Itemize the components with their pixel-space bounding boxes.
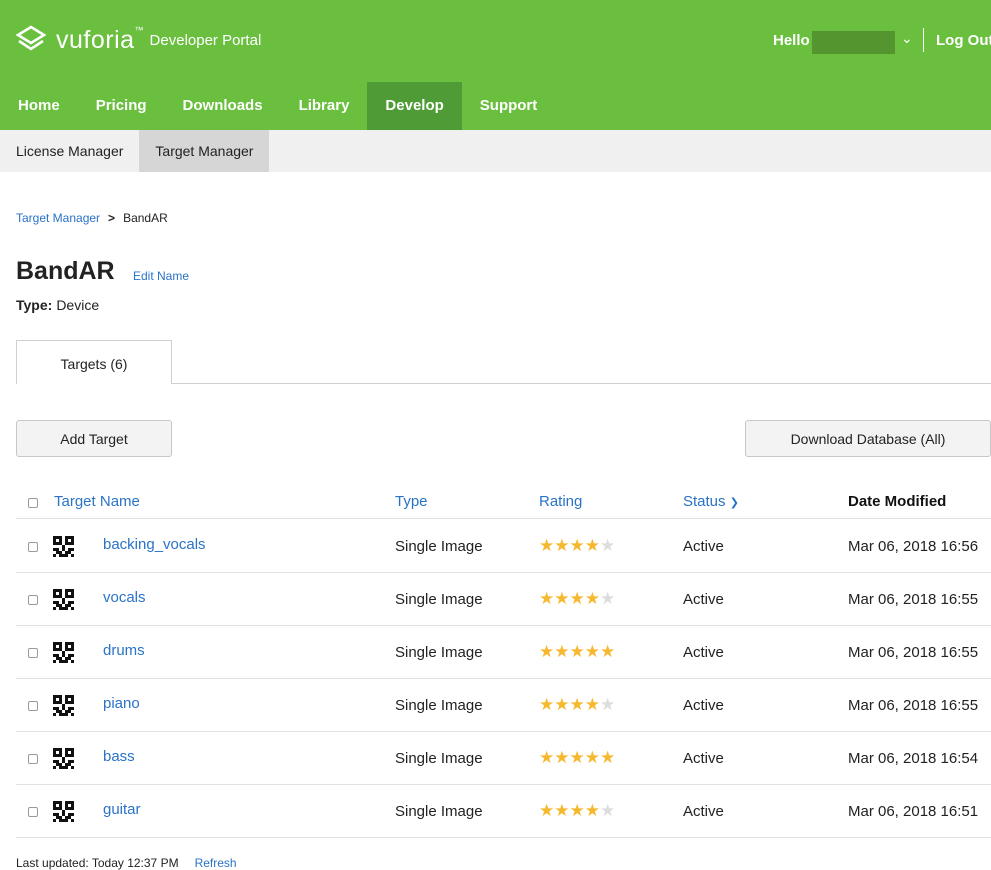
download-database-button[interactable]: Download Database (All): [745, 420, 991, 457]
table-footer: Last updated: Today 12:37 PM Refresh: [16, 856, 237, 870]
greeting: Hello: [773, 32, 810, 49]
target-thumbnail[interactable]: [53, 589, 74, 610]
page-title: BandAR: [16, 257, 115, 285]
rating-stars: ★★★★★: [539, 642, 616, 661]
row-checkbox[interactable]: [28, 648, 38, 658]
rating-stars: ★★★★★: [539, 589, 616, 608]
target-status: Active: [683, 750, 724, 767]
sub-nav: License Manager Target Manager: [0, 130, 991, 172]
col-date-modified[interactable]: Date Modified: [848, 493, 946, 510]
target-name-link[interactable]: vocals: [103, 589, 146, 606]
date-modified: Mar 06, 2018 16:55: [848, 697, 979, 714]
breadcrumb-target-manager[interactable]: Target Manager: [16, 211, 100, 225]
row-checkbox[interactable]: [28, 595, 38, 605]
last-updated: Last updated: Today 12:37 PM: [16, 856, 179, 870]
row-checkbox[interactable]: [28, 701, 38, 711]
target-name-link[interactable]: drums: [103, 642, 145, 659]
nav-pricing[interactable]: Pricing: [78, 82, 165, 130]
chevron-down-icon: ❯: [729, 497, 739, 509]
target-thumbnail[interactable]: [53, 748, 74, 769]
target-name-link[interactable]: guitar: [103, 801, 141, 818]
target-status: Active: [683, 644, 724, 661]
target-thumbnail[interactable]: [53, 695, 74, 716]
header-divider: [923, 28, 924, 52]
database-type: Type: Device: [16, 297, 99, 313]
rating-stars: ★★★★★: [539, 536, 616, 555]
target-type: Single Image: [395, 591, 483, 608]
select-all-checkbox[interactable]: [28, 498, 38, 508]
chevron-down-icon[interactable]: ⌄: [901, 30, 913, 47]
breadcrumb-separator: >: [108, 211, 116, 225]
table-row[interactable]: backing_vocals Single Image ★★★★★ Active Mar…: [0, 520, 991, 573]
logout-link[interactable]: Log Out: [936, 32, 991, 49]
rating-stars: ★★★★★: [539, 748, 616, 767]
rating-stars: ★★★★★: [539, 695, 616, 714]
breadcrumb: Target Manager > BandAR: [16, 211, 168, 225]
table-row[interactable]: guitar Single Image ★★★★★ Active Mar 06, 201…: [0, 785, 991, 838]
date-modified: Mar 06, 2018 16:55: [848, 644, 979, 661]
main-nav: Home Pricing Downloads Library Develop S…: [0, 82, 555, 130]
vuforia-logo-icon: [15, 25, 47, 51]
target-status: Active: [683, 697, 724, 714]
row-checkbox[interactable]: [28, 807, 38, 817]
target-status: Active: [683, 591, 724, 608]
target-type: Single Image: [395, 750, 483, 767]
type-value: Device: [56, 297, 100, 313]
edit-name-link[interactable]: Edit Name: [133, 269, 189, 283]
redacted-username[interactable]: [812, 31, 895, 54]
nav-home[interactable]: Home: [0, 82, 78, 130]
portal-name: Developer Portal: [149, 31, 262, 49]
nav-library[interactable]: Library: [281, 82, 368, 130]
table-row[interactable]: bass Single Image ★★★★★ Active Mar 06, 2018 …: [0, 732, 991, 785]
target-thumbnail[interactable]: [53, 801, 74, 822]
nav-downloads[interactable]: Downloads: [165, 82, 281, 130]
target-thumbnail[interactable]: [53, 536, 74, 557]
brand-name: vuforia: [56, 25, 135, 54]
row-divider: [16, 837, 991, 838]
target-status: Active: [683, 803, 724, 820]
target-type: Single Image: [395, 538, 483, 555]
tab-targets[interactable]: Targets (6): [16, 340, 172, 384]
vuforia-logo[interactable]: vuforia ™ Developer Portal: [15, 24, 261, 56]
subnav-target-manager[interactable]: Target Manager: [139, 130, 270, 172]
date-modified: Mar 06, 2018 16:54: [848, 750, 979, 767]
target-type: Single Image: [395, 644, 483, 661]
nav-develop[interactable]: Develop: [367, 82, 462, 130]
col-type[interactable]: Type: [395, 493, 428, 510]
target-name-link[interactable]: bass: [103, 748, 135, 765]
target-name-link[interactable]: piano: [103, 695, 140, 712]
col-status-label: Status: [683, 493, 726, 510]
target-thumbnail[interactable]: [53, 642, 74, 663]
type-label: Type:: [16, 297, 53, 313]
header-divider-line: [16, 518, 991, 519]
target-type: Single Image: [395, 803, 483, 820]
breadcrumb-current: BandAR: [123, 211, 168, 225]
col-rating[interactable]: Rating: [539, 493, 582, 510]
row-checkbox[interactable]: [28, 542, 38, 552]
date-modified: Mar 06, 2018 16:51: [848, 803, 979, 820]
date-modified: Mar 06, 2018 16:55: [848, 591, 979, 608]
table-row[interactable]: piano Single Image ★★★★★ Active Mar 06, 2018…: [0, 679, 991, 732]
table-row[interactable]: vocals Single Image ★★★★★ Active Mar 06, 201…: [0, 573, 991, 626]
refresh-link[interactable]: Refresh: [195, 856, 237, 870]
rating-stars: ★★★★★: [539, 801, 616, 820]
target-type: Single Image: [395, 697, 483, 714]
date-modified: Mar 06, 2018 16:56: [848, 538, 979, 555]
col-target-name[interactable]: Target Name: [54, 493, 140, 510]
row-checkbox[interactable]: [28, 754, 38, 764]
trademark-symbol: ™: [134, 25, 144, 35]
target-name-link[interactable]: backing_vocals: [103, 536, 206, 553]
col-status[interactable]: Status ❯: [683, 493, 739, 510]
table-header: Target Name Type Rating Status ❯ Date Mo…: [0, 490, 991, 518]
target-status: Active: [683, 538, 724, 555]
nav-support[interactable]: Support: [462, 82, 556, 130]
add-target-button[interactable]: Add Target: [16, 420, 172, 457]
subnav-license-manager[interactable]: License Manager: [0, 130, 139, 172]
table-row[interactable]: drums Single Image ★★★★★ Active Mar 06, 2018…: [0, 626, 991, 679]
